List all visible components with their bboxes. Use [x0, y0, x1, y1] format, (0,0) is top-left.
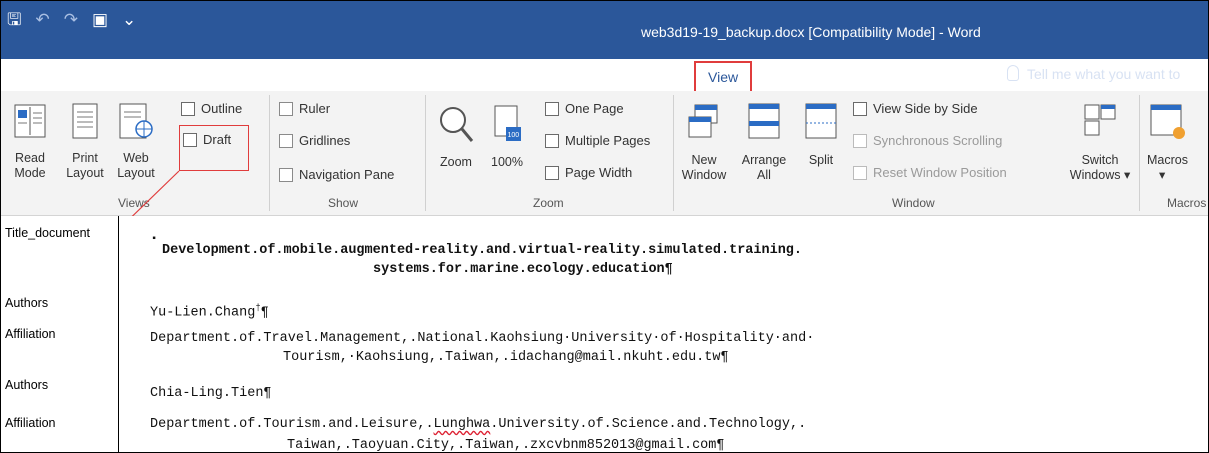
bullet-marker: ▪: [151, 234, 158, 245]
affiliation-2-line-2: Taiwan,.Taoyuan.City,.Taiwan,.zxcvbnm852…: [287, 438, 725, 453]
author-1-mark: ¶: [260, 305, 269, 321]
title-line-2: systems.for.marine.ecology.education¶: [373, 262, 673, 277]
affiliation-2-post: .University.of.Science.and.Technology,.: [490, 417, 807, 432]
affiliation-1-line-1: Department.of.Travel.Management,.Nationa…: [150, 331, 815, 346]
title-line-1: Development.of.mobile.augmented-reality.…: [162, 243, 803, 258]
author-1: Yu-Lien.Chang†¶: [150, 303, 269, 321]
document-area[interactable]: Title_document Authors Affiliation Autho…: [1, 216, 1208, 453]
style-name-affiliation: Affiliation: [5, 327, 56, 341]
style-name-title: Title_document: [5, 226, 90, 240]
spelling-error-word[interactable]: Lunghwa: [434, 417, 491, 432]
author-2: Chia-Ling.Tien¶: [150, 386, 272, 401]
word-window: 🖫 ↶ ↷ ▣ ⌄ web3d19-19_backup.docx [Compat…: [0, 0, 1209, 453]
author-1-name: Yu-Lien.Chang: [150, 305, 256, 321]
style-name-affiliation: Affiliation: [5, 416, 56, 430]
style-name-authors: Authors: [5, 378, 49, 392]
affiliation-2-line-1: Department.of.Tourism.and.Leisure,.Lungh…: [150, 417, 806, 432]
affiliation-1-line-2: Tourism,·Kaohsiung,.Taiwan,.idachang@mai…: [283, 350, 729, 365]
style-area-pane: Title_document Authors Affiliation Autho…: [1, 216, 119, 452]
style-name-authors: Authors: [5, 296, 49, 310]
affiliation-2-pre: Department.of.Tourism.and.Leisure,.: [150, 417, 434, 432]
